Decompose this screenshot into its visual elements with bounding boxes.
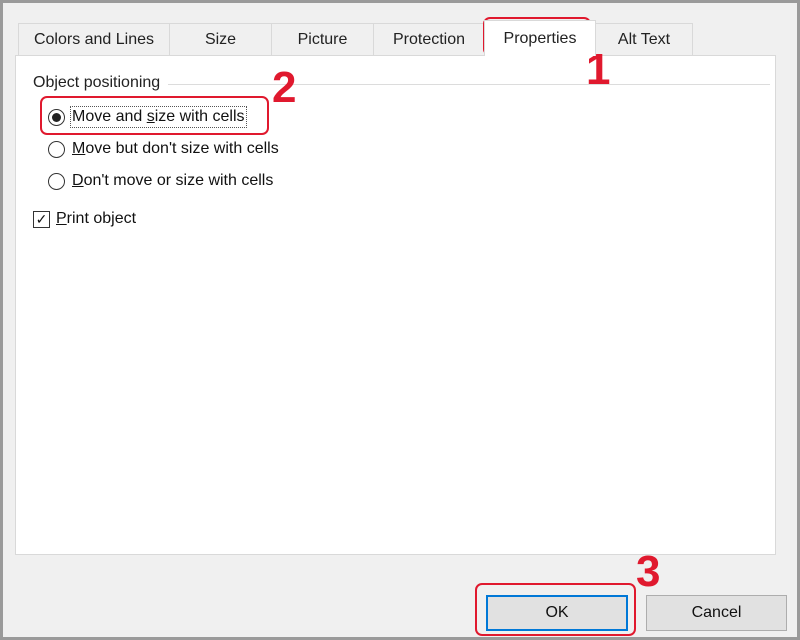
object-positioning-label: Object positioning — [33, 74, 169, 92]
tab-properties[interactable]: Properties — [484, 20, 596, 56]
tab-size[interactable]: Size — [169, 23, 272, 55]
radio-button[interactable] — [48, 172, 65, 190]
radio-dont-move-or-size[interactable]: Don't move or size with cells — [48, 172, 273, 190]
highlight-ok-button — [475, 583, 636, 636]
tab-protection[interactable]: Protection — [373, 23, 485, 55]
print-object-checkbox[interactable]: ✓ — [33, 210, 50, 228]
cancel-button[interactable]: Cancel — [646, 595, 787, 631]
radio-label: Don't move or size with cells — [72, 172, 274, 189]
print-object-checkbox-row[interactable]: ✓ Print object — [33, 210, 136, 228]
radio-label: Move but don't size with cells — [72, 140, 279, 157]
step-2-label: 2 — [272, 63, 297, 112]
highlight-move-and-size-option — [40, 96, 269, 135]
print-object-label: Print object — [56, 210, 137, 227]
radio-button[interactable] — [48, 140, 65, 158]
checkmark-icon: ✓ — [35, 211, 48, 227]
radio-move-dont-size[interactable]: Move but don't size with cells — [48, 140, 279, 158]
step-3-label: 3 — [636, 547, 661, 596]
tab-picture[interactable]: Picture — [271, 23, 374, 55]
tab-colors-and-lines[interactable]: Colors and Lines — [18, 23, 170, 55]
